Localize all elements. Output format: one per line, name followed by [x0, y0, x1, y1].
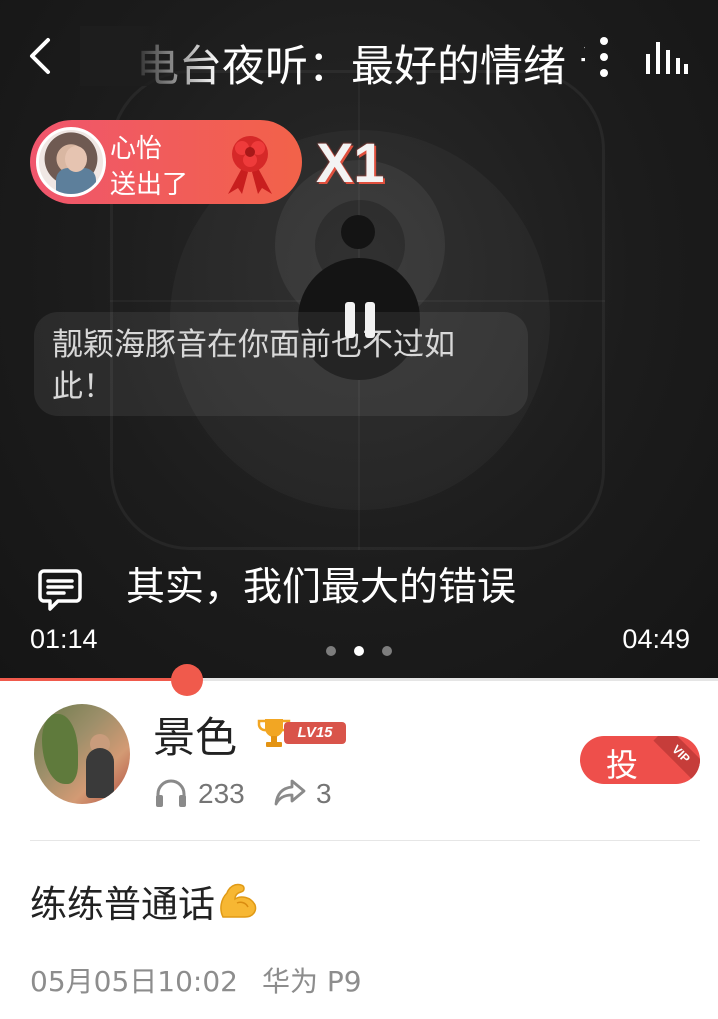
muscle-icon [220, 883, 257, 918]
vote-button[interactable]: 投 VIP [580, 736, 700, 784]
progress-fill [0, 678, 187, 681]
share-count: 3 [316, 778, 332, 809]
post-body: 练练普通话 [30, 883, 215, 926]
danmu-bubble: 靓颖海豚音在你面前也不过如此！ [34, 312, 528, 416]
back-icon[interactable] [22, 36, 62, 76]
cover-logo-dot [341, 215, 375, 249]
page-dot [326, 646, 336, 656]
track-title-marquee: 电台夜听：最好的情绪 请 [80, 26, 585, 86]
progress-bar[interactable] [0, 664, 718, 696]
vote-label: 投 [606, 746, 639, 784]
gift-bow-icon [228, 136, 272, 194]
pause-icon[interactable] [342, 300, 378, 340]
post-device: 华为 P9 [261, 965, 362, 998]
title-fade [80, 26, 220, 86]
level-badge: LV15 [284, 722, 346, 744]
progress-knob[interactable] [170, 664, 203, 696]
gift-notification: 心怡 送出了 [30, 120, 302, 204]
vip-ribbon: VIP [653, 736, 700, 782]
listen-count: 233 [198, 778, 245, 809]
more-icon[interactable] [592, 34, 616, 80]
player-area[interactable]: 电台夜听：最好的情绪 请 心怡 送出了 X1 靓颖海豚音在你面前也不过如此！ 其… [0, 0, 718, 678]
page-dot [382, 646, 392, 656]
danmu-icon[interactable] [36, 565, 84, 613]
page-indicator [326, 646, 396, 658]
page-dot [354, 646, 364, 656]
avatar [36, 127, 106, 197]
post-meta: 05月05日10:02 华为 P9 [30, 960, 362, 1000]
avatar[interactable] [34, 704, 130, 804]
top-bar: 电台夜听：最好的情绪 请 [0, 0, 718, 112]
user-name[interactable]: 景色 [153, 704, 237, 765]
divider [30, 840, 700, 841]
current-lyric: 其实，我们最大的错误 [126, 565, 517, 610]
gift-count: X1 [316, 131, 385, 194]
time-current: 01:14 [30, 624, 98, 654]
headphone-icon [156, 779, 186, 807]
gift-sender-name: 心怡 [110, 134, 163, 164]
bars-icon[interactable] [644, 40, 690, 76]
gift-action-text: 送出了 [110, 170, 189, 200]
share-icon[interactable] [274, 778, 306, 806]
danmu-text: 靓颖海豚音在你面前也不过如此！ [52, 327, 455, 405]
post-text: 练练普通话 [30, 874, 259, 928]
time-total: 04:49 [622, 624, 690, 654]
post-date: 05月05日10:02 [30, 965, 238, 998]
